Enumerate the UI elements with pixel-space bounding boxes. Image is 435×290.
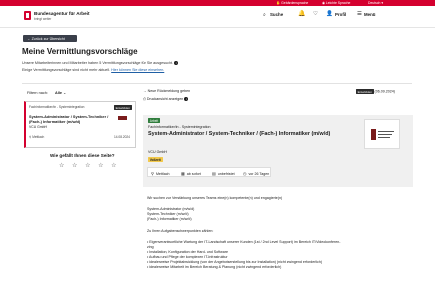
- job-facts-bar: ⚲ Mettlach ▦ ab sofort ▤ unbefristet ◷ vor 2…: [147, 167, 271, 177]
- easy-language-label: Leichte Sprache: [325, 1, 351, 5]
- job-title: System-Administrator / System-Techniker …: [148, 131, 331, 137]
- description-line: • Eigenverantwortliche Wartung der IT-La…: [147, 240, 341, 244]
- back-to-overview-button[interactable]: ← Zurück zur Übersicht: [23, 35, 77, 42]
- fact-start-text: ab sofort: [186, 171, 201, 176]
- description-line: (Fach-) Informatiker (m/w/d): [147, 217, 192, 221]
- page-title: Meine Vermittlungsvorschläge: [22, 47, 138, 56]
- print-view-option[interactable]: ⎙ Druckansicht anzeigen i: [143, 97, 189, 102]
- arrow-right-icon: →: [143, 89, 147, 93]
- back-button-label: Zurück zur Übersicht: [31, 36, 65, 41]
- description-line: • idealerweise Projektabwicklung (von de…: [147, 260, 323, 264]
- filter-select[interactable]: Filtern nach: Alle ⌄: [27, 90, 66, 95]
- description-line: zing: [147, 245, 154, 249]
- card-date: 14.08.2024: [114, 135, 130, 139]
- description-line: • Aufbau und Pflege der komplexen IT-Inf…: [147, 255, 228, 259]
- intro-line2: Einige Vermittlungsvorschläge sind nicht…: [22, 68, 111, 72]
- chevron-down-icon: ⌄: [63, 91, 67, 95]
- card-title-line2: (Fach-) Informatiker (m/w/d): [29, 119, 81, 124]
- rating-question: Wie gefällt Ihnen diese Seite?: [50, 153, 115, 158]
- suggestion-card[interactable]: Fachinformatiker/in - Systemintegration …: [24, 101, 136, 148]
- company-logo: [364, 119, 400, 149]
- calendar-icon: ▦: [181, 170, 185, 176]
- status-info: Entwicklen (06.09.2024): [356, 89, 395, 95]
- card-location-text: Mettlach: [32, 135, 45, 139]
- fact-duration-text: unbefristet: [217, 171, 235, 176]
- intro-text: Unsere Mitarbeiterinnen und Mitarbeiter …: [22, 61, 179, 66]
- intro-line1: Unsere Mitarbeiterinnen und Mitarbeiter …: [22, 61, 174, 65]
- card-status-badge: Entwicklen: [114, 105, 132, 111]
- fact-location-text: Mettlach: [155, 171, 170, 176]
- logo-line: [378, 137, 390, 138]
- card-category: Fachinformatiker/in - Systemintegration: [29, 105, 85, 109]
- logo-title[interactable]: Bundesagentur für Arbeit: [34, 11, 89, 16]
- outdated-suggestions-link[interactable]: Hier können Sie diese einsehen.: [111, 68, 164, 72]
- logo-subtitle: bringt weiter: [34, 16, 52, 21]
- notification-bell-icon[interactable]: 🔔: [298, 11, 305, 17]
- detail-company: VCU GmbH: [148, 150, 167, 154]
- profile-button[interactable]: Profil: [335, 12, 346, 17]
- fact-duration: ▤ unbefristet: [212, 171, 235, 176]
- agency-logo-icon[interactable]: [24, 11, 31, 20]
- description-line: Zu Ihren Aufgabenschwerpunkten zählen:: [147, 229, 214, 233]
- easy-language-link[interactable]: ◉ Leichte Sprache: [322, 1, 350, 5]
- filter-label: Filtern nach:: [27, 91, 48, 95]
- search-icon[interactable]: ⌕: [263, 12, 266, 18]
- language-select[interactable]: Deutsch ▾: [368, 1, 383, 5]
- description-line: • Installation, Konfiguration der Hard- …: [147, 250, 228, 254]
- detail-category: Fachinformatiker/in - Systemintegration: [148, 125, 211, 129]
- hamburger-menu-icon[interactable]: ☰: [357, 11, 362, 17]
- document-icon: ▤: [212, 170, 216, 176]
- description-line: • idealerweise Mitarbeit im Bereich Bera…: [147, 265, 282, 269]
- fact-location: ⚲ Mettlach: [151, 171, 170, 176]
- description-line: Wir suchen zur Verstärkung unseres Teams…: [147, 196, 283, 200]
- sign-language-link[interactable]: ✋ Gebärdensprache: [276, 1, 308, 5]
- filter-value: Alle: [54, 91, 62, 95]
- company-logo-mark-icon: [371, 129, 376, 140]
- intro-text-2: Einige Vermittlungsvorschläge sind nicht…: [22, 68, 164, 72]
- status-badge: Entwicklen: [356, 89, 374, 95]
- sign-language-label: Gebärdensprache: [281, 1, 309, 5]
- company-logo-icon: [118, 116, 127, 120]
- fact-published: ◷ vor 26 Tagen: [243, 171, 269, 176]
- language-label: Deutsch: [368, 1, 381, 5]
- feedback-label: Neue Rückmeldung geben: [147, 89, 191, 93]
- logo-line: [378, 131, 394, 132]
- fact-published-text: vor 26 Tagen: [248, 171, 270, 176]
- card-company: VCU GmbH: [29, 124, 47, 129]
- worktime-tag: Vollzeit: [148, 157, 163, 163]
- print-icon: ⎙: [143, 97, 146, 101]
- print-info-icon[interactable]: i: [184, 97, 189, 102]
- star-rating-input[interactable]: ☆ ☆ ☆ ☆ ☆: [59, 162, 120, 169]
- print-label: Druckansicht anzeigen: [146, 97, 184, 101]
- logo-line: [378, 134, 392, 135]
- fact-start: ▦ ab sofort: [181, 171, 201, 176]
- favorites-heart-icon[interactable]: ♡: [313, 11, 318, 17]
- location-pin-icon: ⚲: [29, 135, 32, 139]
- card-location: ⚲ Mettlach: [29, 135, 44, 139]
- status-date: (06.09.2024): [374, 89, 395, 94]
- location-pin-icon: ⚲: [151, 170, 154, 176]
- menu-button[interactable]: Menü: [364, 12, 375, 17]
- divider: [22, 83, 412, 84]
- job-type-tag: Arbeit: [148, 118, 160, 124]
- info-icon[interactable]: i: [174, 61, 179, 66]
- description-line: System-Administrator (m/w/d): [147, 207, 195, 211]
- user-icon[interactable]: 👤: [326, 11, 333, 17]
- feedback-option[interactable]: → Neue Rückmeldung geben: [143, 89, 190, 93]
- description-line: System-Techniker (m/w/d): [147, 212, 189, 216]
- arrow-left-icon: ←: [27, 36, 31, 41]
- search-button[interactable]: Suche: [270, 12, 283, 17]
- clock-icon: ◷: [243, 170, 247, 176]
- site-header: Bundesagentur für Arbeit bringt weiter ⌕…: [0, 6, 435, 28]
